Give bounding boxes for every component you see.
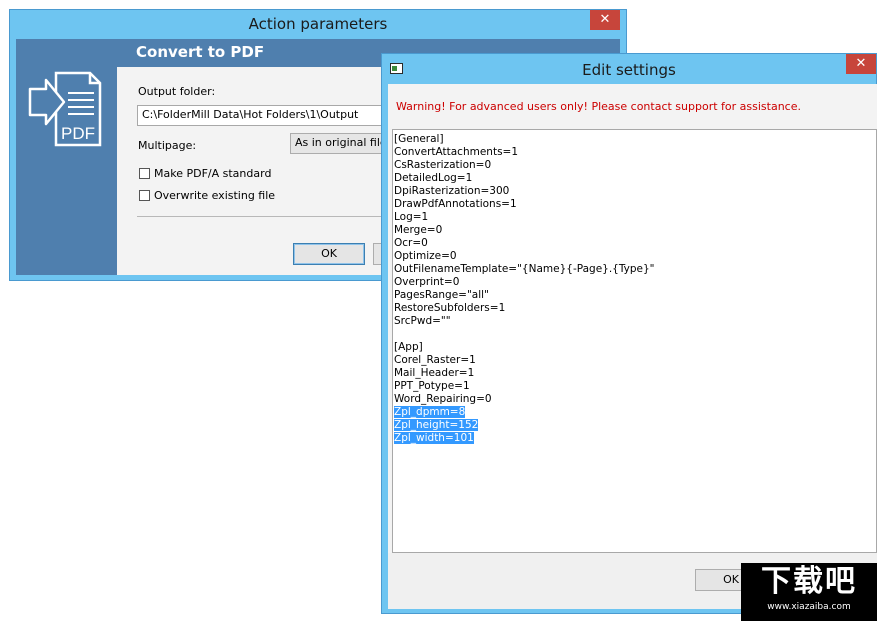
close-icon[interactable]: ✕ (590, 10, 620, 30)
settings-line: CsRasterization=0 (394, 159, 876, 172)
settings-line: DpiRasterization=300 (394, 185, 876, 198)
settings-line: Overprint=0 (394, 276, 876, 289)
window-title: Action parameters (248, 15, 388, 33)
warning-text: Warning! For advanced users only! Please… (396, 100, 801, 113)
settings-line: Zpl_width=101 (394, 432, 876, 445)
settings-line-text: DetailedLog=1 (394, 172, 473, 184)
settings-line-text: PPT_Potype=1 (394, 380, 470, 392)
settings-line-text: Optimize=0 (394, 250, 457, 262)
pdf-icon-label: PDF (61, 124, 95, 143)
settings-line-text: Mail_Header=1 (394, 367, 475, 379)
settings-line: PPT_Potype=1 (394, 380, 876, 393)
settings-line-text: Merge=0 (394, 224, 443, 236)
pdfa-checkbox[interactable] (139, 168, 150, 179)
settings-line-text: Zpl_width=101 (394, 432, 474, 444)
output-folder-label: Output folder: (138, 85, 216, 98)
settings-line: Corel_Raster=1 (394, 354, 876, 367)
settings-line: Zpl_height=152 (394, 419, 876, 432)
settings-line: Log=1 (394, 211, 876, 224)
settings-line-text: SrcPwd="" (394, 315, 451, 327)
edit-settings-window: Edit settings ✕ Warning! For advanced us… (381, 53, 877, 614)
overwrite-checkbox-label: Overwrite existing file (154, 189, 276, 202)
settings-line: [App] (394, 341, 876, 354)
ok-button[interactable]: OK (293, 243, 365, 265)
settings-line: OutFilenameTemplate="{Name}{-Page}.{Type… (394, 263, 876, 276)
multipage-label: Multipage: (138, 139, 197, 152)
settings-line: [General] (394, 133, 876, 146)
settings-line: ConvertAttachments=1 (394, 146, 876, 159)
settings-line: SrcPwd="" (394, 315, 876, 328)
settings-line-text: OutFilenameTemplate="{Name}{-Page}.{Type… (394, 263, 655, 275)
settings-line (394, 328, 876, 341)
settings-line: DrawPdfAnnotations=1 (394, 198, 876, 211)
separator (137, 216, 392, 217)
pdfa-checkbox-label: Make PDF/A standard (154, 167, 272, 180)
multipage-select[interactable]: As in original file (290, 133, 387, 154)
settings-textarea[interactable]: [General] ConvertAttachments=1 CsRasteriza… (392, 129, 877, 553)
settings-line-text: RestoreSubfolders=1 (394, 302, 506, 314)
settings-line-text: Log=1 (394, 211, 429, 223)
overwrite-checkbox[interactable] (139, 190, 150, 201)
settings-line: Mail_Header=1 (394, 367, 876, 380)
close-icon[interactable]: ✕ (846, 54, 876, 74)
settings-line-text: Corel_Raster=1 (394, 354, 476, 366)
settings-line: RestoreSubfolders=1 (394, 302, 876, 315)
site-watermark-logo: 下载吧 www.xiazaiba.com (741, 563, 877, 621)
watermark-url: www.xiazaiba.com (767, 602, 851, 612)
settings-line: PagesRange="all" (394, 289, 876, 302)
dialog-client-area: Warning! For advanced users only! Please… (388, 84, 877, 609)
pdf-document-icon: PDF (28, 71, 102, 147)
settings-line-text: PagesRange="all" (394, 289, 489, 301)
settings-line: Zpl_dpmm=8 (394, 406, 876, 419)
settings-line-text: Ocr=0 (394, 237, 428, 249)
settings-line: Merge=0 (394, 224, 876, 237)
title-bar[interactable]: Action parameters ✕ (10, 10, 626, 38)
settings-line-text: Word_Repairing=0 (394, 393, 492, 405)
settings-line-text: CsRasterization=0 (394, 159, 492, 171)
settings-line: DetailedLog=1 (394, 172, 876, 185)
settings-line: Optimize=0 (394, 250, 876, 263)
settings-line-text: [General] (394, 133, 444, 145)
settings-line-text: [App] (394, 341, 423, 353)
settings-line-text: DpiRasterization=300 (394, 185, 510, 197)
watermark-title: 下载吧 (761, 564, 857, 599)
left-panel: PDF (16, 39, 117, 275)
settings-line-text: DrawPdfAnnotations=1 (394, 198, 517, 210)
window-title: Edit settings (582, 61, 676, 79)
settings-line-text: Zpl_dpmm=8 (394, 406, 466, 418)
settings-line: Word_Repairing=0 (394, 393, 876, 406)
output-folder-field[interactable]: C:\FolderMill Data\Hot Folders\1\Output (137, 105, 387, 126)
settings-line-text: ConvertAttachments=1 (394, 146, 519, 158)
settings-line-text: Zpl_height=152 (394, 419, 479, 431)
settings-line: Ocr=0 (394, 237, 876, 250)
settings-line-text: Overprint=0 (394, 276, 460, 288)
